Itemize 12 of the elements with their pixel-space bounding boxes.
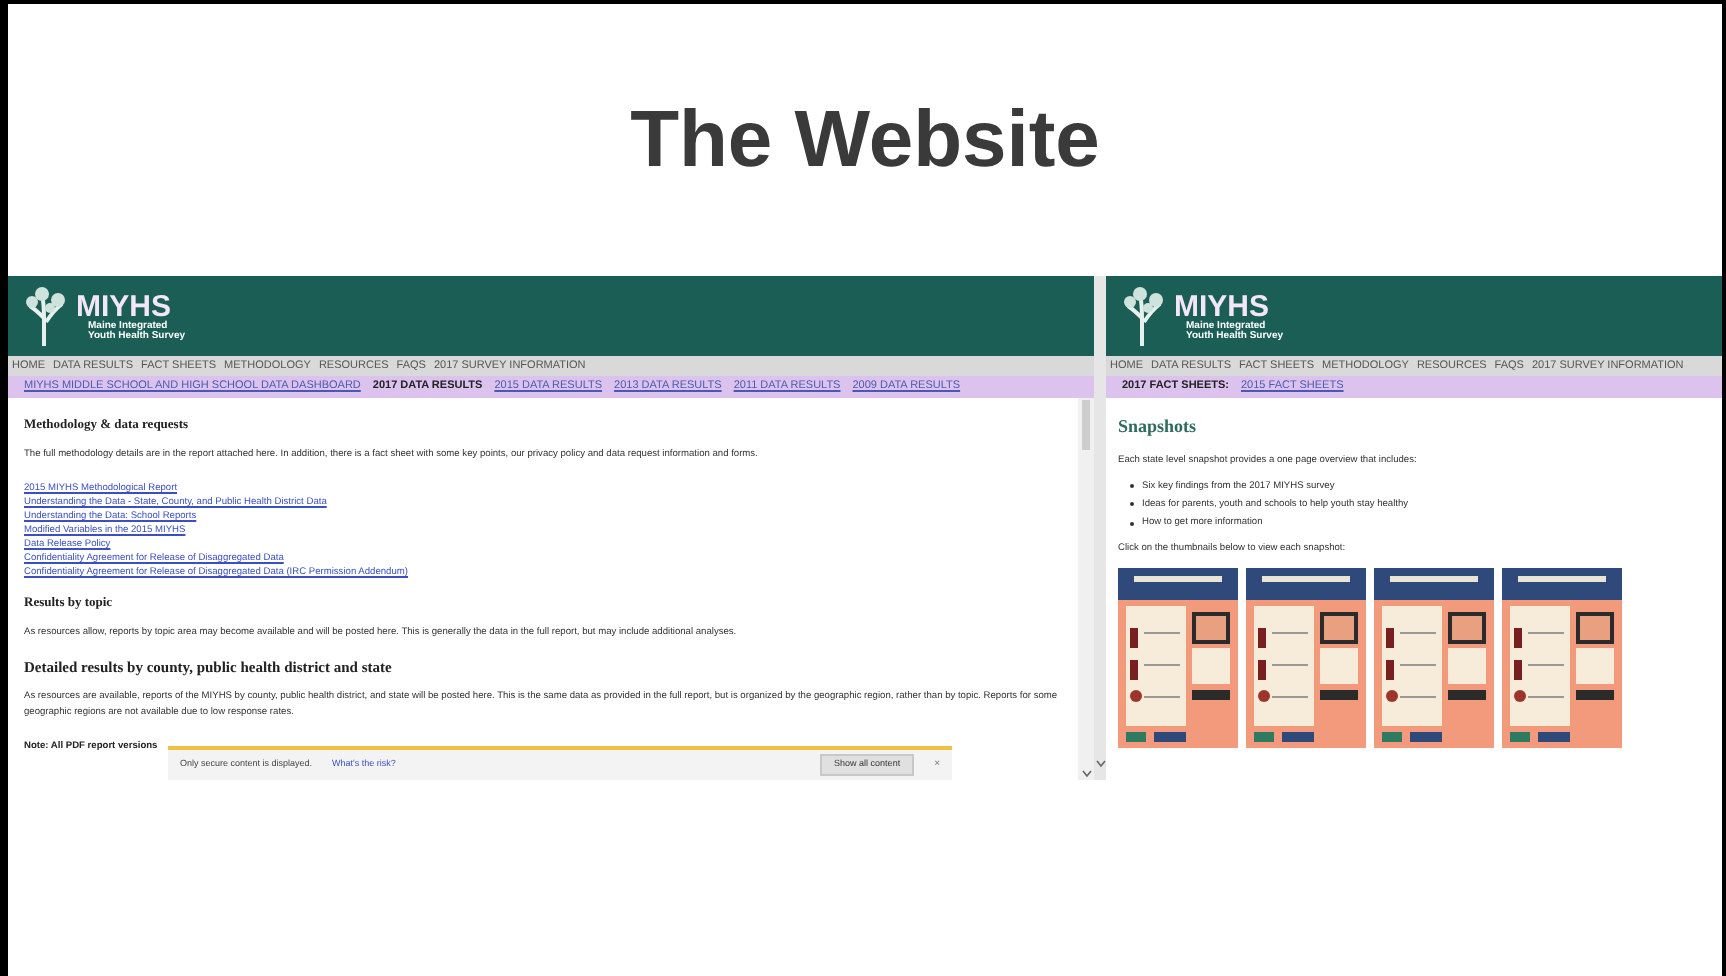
site-logo-text: MIYHS: [1174, 291, 1272, 321]
snapshot-thumbnail[interactable]: [1246, 568, 1366, 749]
scrollbar[interactable]: [1078, 398, 1094, 780]
tree-logo-icon: [1122, 286, 1166, 346]
tree-logo-icon: [24, 286, 68, 346]
site-logo-text: MIYHS: [76, 291, 174, 321]
slide-title: The Website: [630, 94, 1100, 188]
snapshot-thumbnail[interactable]: [1118, 568, 1238, 749]
scrollbar[interactable]: [1094, 276, 1106, 780]
snapshot-thumbnail[interactable]: [1502, 568, 1622, 749]
page-heading: Snapshots: [1118, 414, 1199, 440]
snapshot-thumbnail[interactable]: [1374, 568, 1494, 749]
